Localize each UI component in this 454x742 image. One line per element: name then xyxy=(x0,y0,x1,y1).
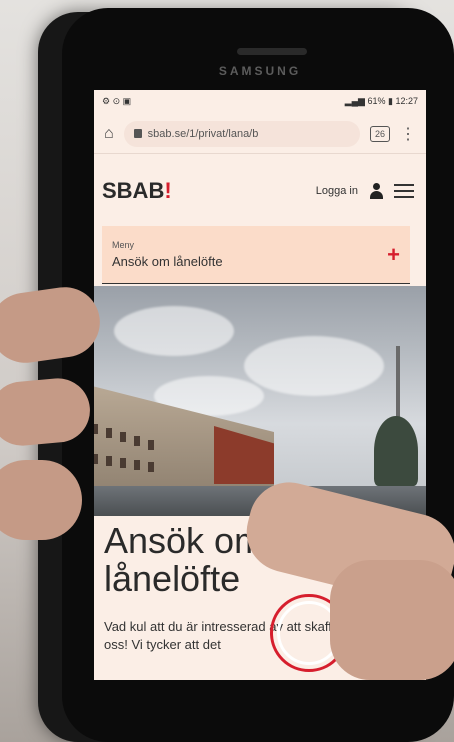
building-window xyxy=(134,436,140,446)
notification-icons: ⚙ ⊙ ▣ xyxy=(102,95,132,106)
cloud-shape xyxy=(244,336,384,396)
section-menu[interactable]: Meny Ansök om lånelöfte + xyxy=(102,226,410,284)
hamburger-menu-icon[interactable] xyxy=(394,184,414,198)
expand-plus-icon[interactable]: + xyxy=(387,242,400,268)
building-window xyxy=(94,424,98,434)
battery-level: 61% xyxy=(367,95,386,106)
status-right: ▂▄▆ 61% ▮ 12:27 xyxy=(345,96,418,107)
site-header: SBAB! Logga in xyxy=(94,162,426,220)
tab-switcher-button[interactable]: 26 xyxy=(370,125,390,142)
url-text: sbab.se/1/privat/lana/b xyxy=(147,127,259,140)
battery-icon: ▮ xyxy=(388,95,393,106)
site-logo[interactable]: SBAB! xyxy=(102,178,172,204)
building-window xyxy=(106,428,112,438)
status-bar: ⚙ ⊙ ▣ ▂▄▆ 61% ▮ 12:27 xyxy=(94,90,426,112)
header-actions: Logga in xyxy=(316,183,414,199)
building-window xyxy=(106,456,112,466)
user-icon[interactable] xyxy=(368,183,384,199)
building-window xyxy=(120,432,126,442)
menu-current-page: Ansök om lånelöfte xyxy=(112,254,223,269)
address-bar[interactable]: sbab.se/1/privat/lana/b xyxy=(123,120,360,147)
building-window xyxy=(94,454,98,464)
palm-shape xyxy=(330,560,454,680)
logo-mark: ! xyxy=(164,178,172,203)
device-brand: SAMSUNG xyxy=(218,64,302,78)
hero-image xyxy=(94,286,426,516)
building-window xyxy=(148,462,154,472)
cloud-shape xyxy=(114,306,234,356)
signal-icon: ▂▄▆ xyxy=(344,95,365,106)
home-icon[interactable]: ⌂ xyxy=(104,125,114,143)
menu-label: Meny xyxy=(112,240,135,250)
building-window xyxy=(134,460,140,470)
building-window xyxy=(148,440,154,450)
earpiece-speaker xyxy=(237,48,307,55)
logo-text: SBAB xyxy=(102,178,165,203)
tree-shape xyxy=(374,416,418,486)
login-link[interactable]: Logga in xyxy=(316,185,358,197)
clock: 12:27 xyxy=(395,95,418,106)
building-window xyxy=(120,458,126,468)
finger-shape xyxy=(0,460,82,540)
overflow-menu-icon[interactable]: ⋮ xyxy=(400,124,416,144)
lock-icon xyxy=(133,129,142,138)
browser-toolbar: ⌂ sbab.se/1/privat/lana/b 26 ⋮ xyxy=(94,114,426,154)
